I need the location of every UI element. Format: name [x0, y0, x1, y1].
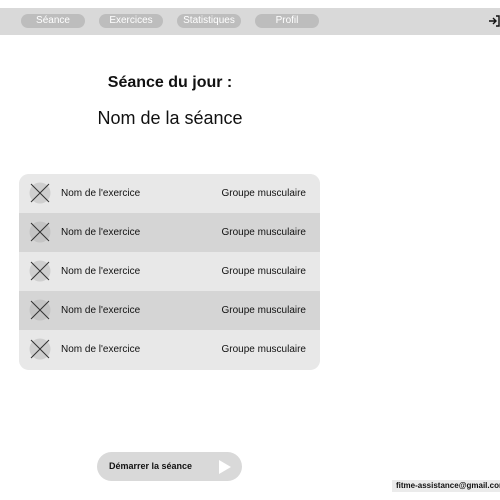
muscle-group: Groupe musculaire — [221, 344, 306, 355]
exercise-name: Nom de l'exercice — [61, 266, 141, 277]
exercise-name: Nom de l'exercice — [61, 305, 141, 316]
image-placeholder-icon — [29, 260, 51, 282]
start-session-label: Démarrer la séance — [109, 461, 193, 471]
exercise-name: Nom de l'exercice — [61, 188, 141, 199]
play-icon — [219, 460, 231, 474]
tab-statistiques[interactable]: Statistiques — [177, 14, 241, 28]
muscle-group: Groupe musculaire — [221, 266, 306, 277]
logout-icon[interactable] — [488, 14, 500, 28]
exercise-row[interactable]: Nom de l'exercice Groupe musculaire — [19, 252, 320, 291]
exercise-row[interactable]: Nom de l'exercice Groupe musculaire — [19, 174, 320, 213]
support-email[interactable]: fitme-assistance@gmail.com — [392, 480, 500, 492]
exercise-row[interactable]: Nom de l'exercice Groupe musculaire — [19, 330, 320, 369]
exercise-name: Nom de l'exercice — [61, 344, 141, 355]
muscle-group: Groupe musculaire — [221, 227, 306, 238]
image-placeholder-icon — [29, 299, 51, 321]
exercise-row[interactable]: Nom de l'exercice Groupe musculaire — [19, 291, 320, 330]
session-name: Nom de la séance — [97, 108, 243, 128]
tab-profil[interactable]: Profil — [255, 14, 319, 28]
exercise-list: Nom de l'exercice Groupe musculaire Nom … — [19, 174, 320, 370]
top-navigation-bar: Séance Exercices Statistiques Profil — [0, 8, 500, 35]
tab-exercices[interactable]: Exercices — [99, 14, 163, 28]
exercise-row[interactable]: Nom de l'exercice Groupe musculaire — [19, 213, 320, 252]
tab-seance[interactable]: Séance — [21, 14, 85, 28]
page-title: Séance du jour : — [107, 74, 233, 91]
exercise-name: Nom de l'exercice — [61, 227, 141, 238]
muscle-group: Groupe musculaire — [221, 305, 306, 316]
muscle-group: Groupe musculaire — [221, 188, 306, 199]
start-session-button[interactable]: Démarrer la séance — [97, 452, 242, 481]
image-placeholder-icon — [29, 338, 51, 360]
image-placeholder-icon — [29, 182, 51, 204]
image-placeholder-icon — [29, 221, 51, 243]
